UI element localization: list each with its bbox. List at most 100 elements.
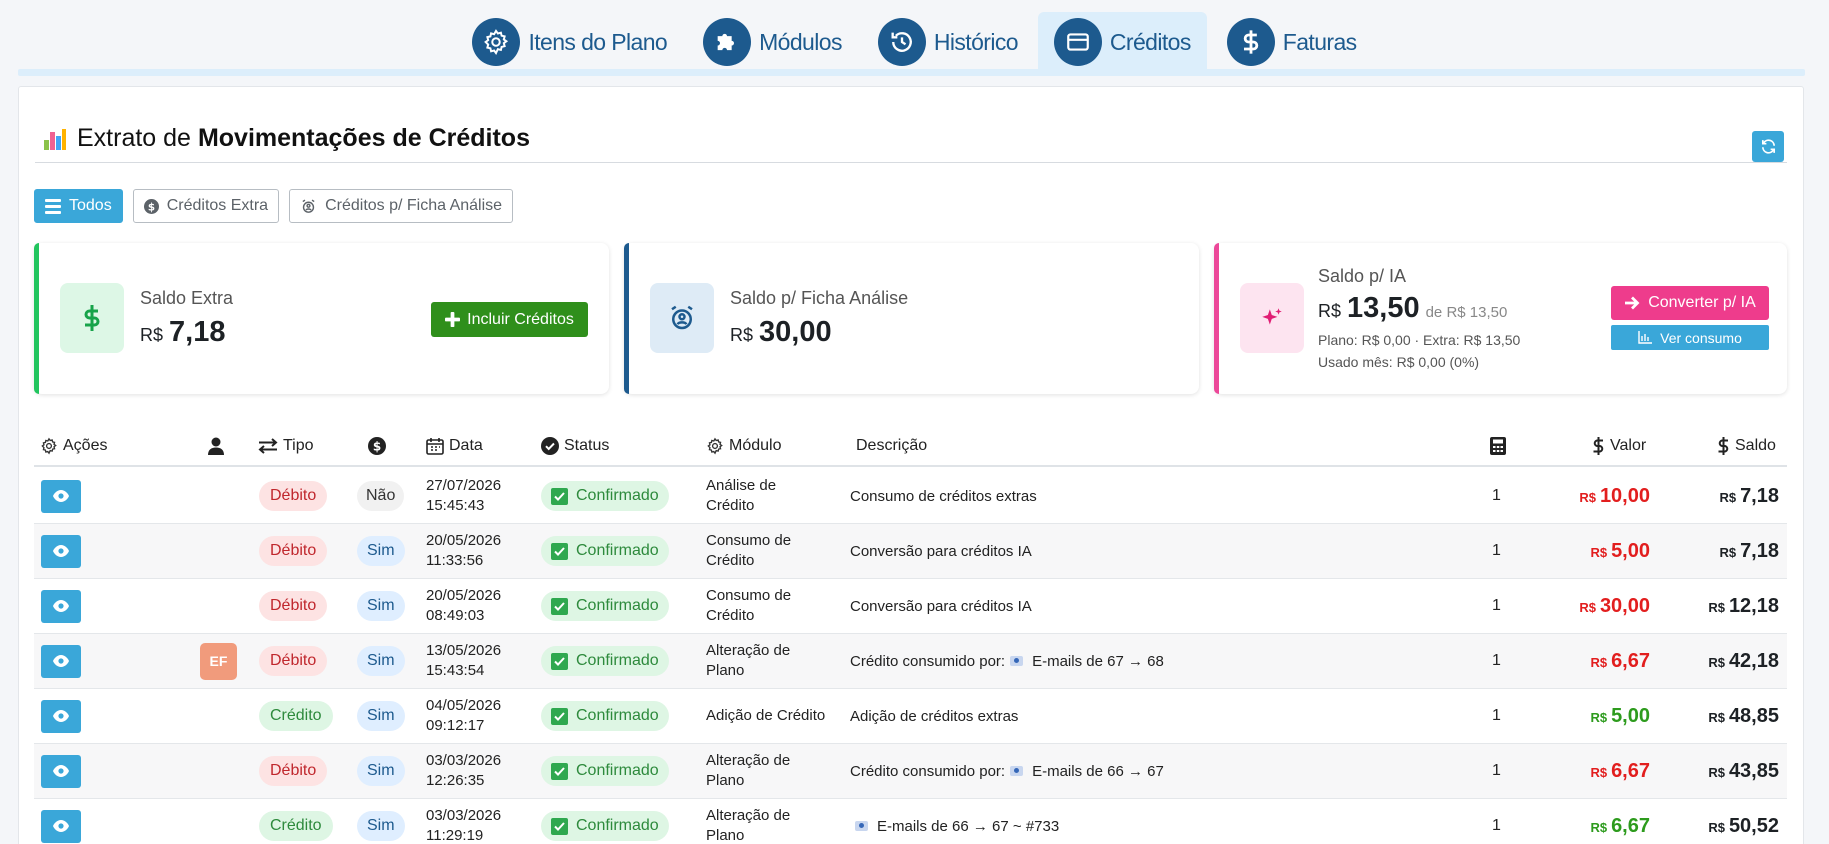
filter-creditos-ficha[interactable]: Créditos p/ Ficha Análise <box>289 189 514 223</box>
header-modulo[interactable]: Módulo <box>706 428 781 464</box>
filter-creditos-extra[interactable]: $ Créditos Extra <box>132 189 280 223</box>
date-text: 20/05/2026 <box>426 532 502 549</box>
refresh-button[interactable] <box>1752 131 1784 162</box>
modulo-line1: Alteração de <box>706 807 791 824</box>
saldo-number: 48,85 <box>1728 704 1779 727</box>
header-tipo[interactable]: Tipo <box>258 428 314 464</box>
descricao-text: Adição de créditos extras <box>850 707 1019 725</box>
cell-quantidade: 1 <box>1492 744 1501 798</box>
currency-label: R$ <box>1590 764 1608 780</box>
header-descricao[interactable]: Descrição <box>856 428 927 464</box>
gear-icon <box>472 18 521 66</box>
saldo-amount: R$ 50,52 <box>1708 815 1779 838</box>
header-label: Saldo <box>1735 437 1776 454</box>
tab-creditos[interactable]: Créditos <box>1037 12 1207 76</box>
cell-saldo: R$ 7,18 <box>1719 469 1779 523</box>
filter-label: Créditos Extra <box>166 197 269 214</box>
valor-amount: R$ 5,00 <box>1590 705 1650 728</box>
header-status[interactable]: Status <box>541 428 609 464</box>
header-quantidade[interactable] <box>1490 428 1511 464</box>
time-text: 15:43:54 <box>426 662 485 679</box>
currency-label: R$ <box>1708 599 1725 615</box>
credit-card-icon <box>1053 18 1102 66</box>
cell-quantidade: 1 <box>1492 524 1501 578</box>
view-button[interactable] <box>41 809 81 843</box>
modulo-line1: Alteração de <box>706 752 791 769</box>
cell-saldo: R$ 43,85 <box>1708 744 1779 798</box>
view-button[interactable] <box>41 479 81 513</box>
bar-chart-icon <box>42 126 68 152</box>
saldo-amount: R$ 7,18 <box>1719 485 1779 508</box>
incluir-creditos-button[interactable]: Incluir Créditos <box>431 302 588 337</box>
descricao-detail: E-mails de 66 → 67 <box>1032 762 1164 780</box>
saldo-amount: R$ 48,85 <box>1708 705 1779 728</box>
valor-amount: R$ 6,67 <box>1590 760 1650 783</box>
dollar-icon <box>1593 437 1604 455</box>
saldo-number: 12,18 <box>1728 594 1779 617</box>
saldo-number: 50,52 <box>1728 814 1779 837</box>
valor-number: 10,00 <box>1599 484 1650 507</box>
user-clock-icon <box>650 283 714 353</box>
saldo-amount: R$ 7,18 <box>1719 540 1779 563</box>
cell-acoes <box>41 634 81 688</box>
view-button[interactable] <box>41 589 81 623</box>
quantity-text: 1 <box>1492 487 1501 504</box>
saldo-amount: R$ 42,18 <box>1708 650 1779 673</box>
header-saldo[interactable]: Saldo <box>1717 428 1776 464</box>
currency-label: R$ <box>1719 489 1737 505</box>
tab-historico[interactable]: Histórico <box>862 12 1034 76</box>
quantity-text: 1 <box>1492 817 1501 834</box>
calendar-icon <box>426 438 444 455</box>
modulo-line2: Crédito <box>706 552 755 569</box>
pago-badge: Sim <box>357 811 405 841</box>
tab-faturas[interactable]: Faturas <box>1211 12 1373 76</box>
view-button[interactable] <box>41 644 81 678</box>
time-text: 09:12:17 <box>426 717 485 734</box>
header-valor[interactable]: Valor <box>1592 428 1646 464</box>
header-user[interactable] <box>208 428 229 464</box>
header-acoes[interactable]: Ações <box>40 428 107 464</box>
currency-label: R$ <box>1579 599 1596 615</box>
cell-quantidade: 1 <box>1492 689 1501 743</box>
pago-badge: Não <box>357 481 405 511</box>
status-label: Confirmado <box>576 707 659 724</box>
saldo-number: 7,18 <box>1740 539 1779 562</box>
header-label: Status <box>564 437 610 454</box>
time-text: 08:49:03 <box>426 607 485 624</box>
cell-valor: R$ 6,67 <box>1590 634 1650 688</box>
tab-modulos[interactable]: Módulos <box>687 12 858 76</box>
cell-modulo: Consumo de Crédito <box>706 524 791 578</box>
check-icon <box>551 542 568 560</box>
saldo-number: 42,18 <box>1728 649 1779 672</box>
tab-label: Histórico <box>933 28 1019 55</box>
date-text: 04/05/2026 <box>426 697 502 714</box>
check-circle-icon <box>541 437 559 455</box>
check-icon <box>551 707 568 725</box>
view-button[interactable] <box>41 699 81 733</box>
view-button[interactable] <box>41 754 81 788</box>
filter-todos[interactable]: Todos <box>34 189 123 223</box>
pago-badge: Sim <box>357 646 405 676</box>
modulo-line2: Crédito <box>706 497 755 514</box>
cell-descricao: Crédito consumido por: E-mails de 66 → 67 <box>850 744 1164 798</box>
status-badge: Confirmado <box>541 646 669 676</box>
view-button[interactable] <box>41 534 81 568</box>
cell-pago: Sim <box>357 579 405 633</box>
time-text: 15:45:43 <box>426 497 485 514</box>
plus-icon <box>445 312 461 327</box>
button-label: Ver consumo <box>1660 329 1742 346</box>
header-data[interactable]: Data <box>426 428 483 464</box>
dollar-icon <box>1226 18 1275 66</box>
user-icon <box>208 437 224 455</box>
tipo-badge: Débito <box>259 756 328 786</box>
header-pago[interactable]: $ <box>368 428 391 464</box>
header-label: Tipo <box>283 437 314 454</box>
dollar-icon <box>1718 437 1729 455</box>
saldo-number: 43,85 <box>1728 759 1779 782</box>
saldo-ficha-card: Saldo p/ Ficha Análise R$ 30,00 <box>624 243 1199 394</box>
modulo-line1: Alteração de <box>706 642 791 659</box>
converter-ia-button[interactable]: Converter p/ IA <box>1611 286 1769 320</box>
tab-itens-do-plano[interactable]: Itens do Plano <box>456 12 683 76</box>
ver-consumo-button[interactable]: Ver consumo <box>1611 325 1769 350</box>
modulo-line2: Crédito <box>706 607 755 624</box>
